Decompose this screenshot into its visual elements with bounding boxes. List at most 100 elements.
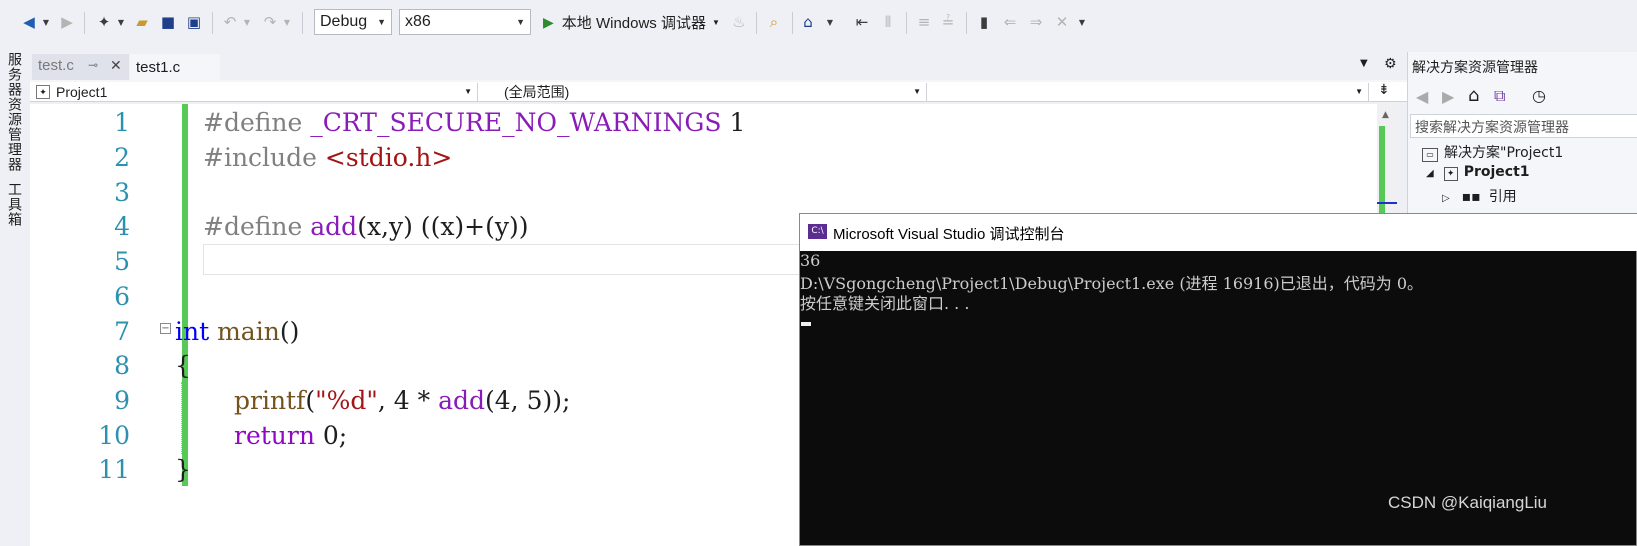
tree-item-solution[interactable]: ▭ 解决方案"Project1 bbox=[1422, 142, 1563, 162]
back-icon[interactable]: ◀ bbox=[1416, 87, 1428, 106]
platform-value: x86 bbox=[405, 13, 431, 30]
console-cursor bbox=[801, 322, 811, 326]
new-project-icon[interactable]: ✦ bbox=[94, 10, 114, 34]
line-number: 8 bbox=[114, 351, 130, 380]
console-title: Microsoft Visual Studio 调试控制台 bbox=[833, 226, 1065, 243]
split-window-icon[interactable]: ⇟ bbox=[1378, 82, 1390, 98]
header-token: <stdio.h> bbox=[316, 143, 453, 172]
line-number: 7 bbox=[114, 317, 130, 346]
function-token: printf bbox=[234, 386, 306, 415]
prev-bookmark-icon[interactable]: ⇐ bbox=[1000, 10, 1020, 34]
scroll-up-icon[interactable]: ▲ bbox=[1382, 110, 1389, 120]
project-scope-select[interactable]: ✦ Project1 ▼ bbox=[32, 83, 478, 101]
keyword-token: int bbox=[175, 317, 210, 346]
code-token: ( bbox=[305, 386, 316, 415]
next-bookmark-icon[interactable]: ⇒ bbox=[1026, 10, 1046, 34]
collapsed-icon: ▷ bbox=[1442, 193, 1450, 204]
platform-select[interactable]: x86 ▼ bbox=[399, 9, 531, 35]
server-explorer-tab[interactable]: 服务器资源管理器 bbox=[4, 52, 24, 172]
code-line: #define _CRT_SECURE_NO_WARNINGS 1 bbox=[203, 108, 745, 137]
format-icon[interactable]: ≡ bbox=[914, 10, 934, 34]
forward-icon[interactable]: ▶ bbox=[1442, 87, 1454, 106]
console-app-icon: C:\ bbox=[808, 224, 827, 239]
home-icon[interactable]: ⌂ bbox=[1468, 85, 1479, 106]
redo-dropdown-icon[interactable]: ▼ bbox=[282, 10, 292, 34]
line-number: 10 bbox=[98, 421, 130, 450]
toolbox-tab[interactable]: 工具箱 bbox=[4, 182, 24, 227]
tab-test1-c[interactable]: test1.c bbox=[130, 54, 220, 80]
code-line: return 0; bbox=[234, 421, 347, 450]
find-in-files-icon[interactable]: ⌕ bbox=[764, 10, 784, 34]
save-icon[interactable]: ■ bbox=[158, 10, 178, 34]
global-scope-select[interactable]: (全局范围) ▼ bbox=[482, 83, 927, 101]
collapse-icon[interactable]: − bbox=[160, 323, 171, 334]
clear-bookmarks-icon[interactable]: ✕ bbox=[1052, 10, 1072, 34]
tab-list-dropdown-icon[interactable]: ▼ bbox=[1360, 58, 1368, 69]
switch-views-icon[interactable]: ⧉ bbox=[1494, 86, 1505, 106]
play-icon: ▶ bbox=[543, 13, 554, 30]
back-dropdown-icon[interactable]: ▼ bbox=[40, 10, 52, 34]
document-tabs: test.c ⊸ ✕ test1.c ▼ ⚙ bbox=[30, 54, 1437, 80]
home-icon[interactable]: ⌂ bbox=[798, 10, 818, 34]
solution-config-select[interactable]: Debug ▼ bbox=[314, 9, 392, 35]
watermark: CSDN @KaiqiangLiu bbox=[1388, 493, 1548, 512]
toolbar-overflow-icon[interactable]: ▼ bbox=[1076, 10, 1088, 34]
tree-item-label: 引用 bbox=[1488, 189, 1517, 205]
bookmark-icon[interactable]: ▮ bbox=[974, 10, 994, 34]
solution-explorer-title: 解决方案资源管理器 bbox=[1412, 60, 1538, 76]
forward-icon[interactable]: ▶ bbox=[58, 10, 76, 34]
main-toolbar: ◀ ▼ ▶ ✦ ▼ ▰ ■ ▣ ↶ ▼ ↷ ▼ Debug ▼ x86 ▼ ▶ … bbox=[0, 0, 1637, 44]
line-number: 4 bbox=[114, 212, 130, 241]
more-dropdown-icon[interactable]: ▼ bbox=[824, 10, 836, 34]
console-output-line: 36 bbox=[800, 251, 821, 270]
new-project-dropdown-icon[interactable]: ▼ bbox=[116, 10, 126, 34]
tree-item-label: Project1 bbox=[1463, 164, 1530, 180]
code-line: { bbox=[175, 351, 191, 380]
debug-console-window[interactable]: C:\ Microsoft Visual Studio 调试控制台 36 D:\… bbox=[799, 213, 1637, 546]
open-file-icon[interactable]: ▰ bbox=[132, 10, 152, 34]
current-line-highlight bbox=[203, 244, 828, 275]
code-token: () bbox=[279, 317, 300, 346]
member-select[interactable]: ▼ bbox=[931, 83, 1369, 101]
chevron-down-icon: ▼ bbox=[913, 87, 921, 96]
gear-icon[interactable]: ⚙ bbox=[1384, 56, 1397, 72]
code-line: } bbox=[175, 455, 191, 484]
save-all-icon[interactable]: ▣ bbox=[184, 10, 204, 34]
line-number: 6 bbox=[114, 282, 130, 311]
project-scope-value: Project1 bbox=[56, 84, 108, 100]
pin-icon[interactable]: ⊸ bbox=[88, 58, 98, 72]
code-token: , 4 * bbox=[377, 386, 439, 415]
undo-icon[interactable]: ↶ bbox=[220, 10, 240, 34]
comment-icon[interactable]: ≟ bbox=[938, 10, 958, 34]
start-debugging-button[interactable]: ▶ 本地 Windows 调试器 ▼ bbox=[543, 10, 720, 34]
columns-icon[interactable]: ⫴ bbox=[878, 10, 898, 34]
solution-search-input[interactable]: 搜索解决方案资源管理器 bbox=[1410, 114, 1637, 138]
pending-changes-icon[interactable]: ◷ bbox=[1532, 86, 1546, 105]
left-tool-rail: 服务器资源管理器 工具箱 bbox=[0, 44, 30, 546]
hot-reload-icon[interactable]: ♨ bbox=[730, 10, 748, 34]
close-icon[interactable]: ✕ bbox=[110, 57, 122, 74]
start-debugging-label: 本地 Windows 调试器 bbox=[561, 14, 706, 32]
back-icon[interactable]: ◀ bbox=[20, 10, 38, 34]
tree-item-references[interactable]: ▷ ▪▪ 引用 bbox=[1442, 186, 1517, 206]
expanded-icon: ◢ bbox=[1426, 168, 1434, 179]
step-icon[interactable]: ⇤ bbox=[852, 10, 872, 34]
code-token: 0; bbox=[314, 421, 348, 450]
tree-item-project[interactable]: ◢ ✦ Project1 bbox=[1426, 164, 1530, 181]
scroll-change-marker bbox=[1379, 126, 1385, 226]
scope-guide bbox=[181, 382, 182, 454]
macro-token: _CRT_SECURE_NO_WARNINGS bbox=[302, 108, 722, 137]
chevron-down-icon: ▼ bbox=[516, 17, 525, 27]
chevron-down-icon: ▼ bbox=[377, 17, 386, 27]
chevron-down-icon: ▼ bbox=[711, 17, 720, 27]
solution-icon: ▭ bbox=[1422, 148, 1438, 162]
redo-icon[interactable]: ↷ bbox=[260, 10, 280, 34]
code-token: (x,y) ((x)+(y)) bbox=[357, 212, 529, 241]
global-scope-value: (全局范围) bbox=[504, 84, 570, 100]
line-number: 3 bbox=[114, 178, 130, 207]
project-icon: ✦ bbox=[36, 85, 50, 99]
console-titlebar[interactable]: C:\ Microsoft Visual Studio 调试控制台 bbox=[800, 214, 1637, 251]
line-number: 9 bbox=[114, 386, 130, 415]
tab-test-c[interactable]: test.c ⊸ ✕ bbox=[32, 54, 129, 80]
undo-dropdown-icon[interactable]: ▼ bbox=[242, 10, 252, 34]
